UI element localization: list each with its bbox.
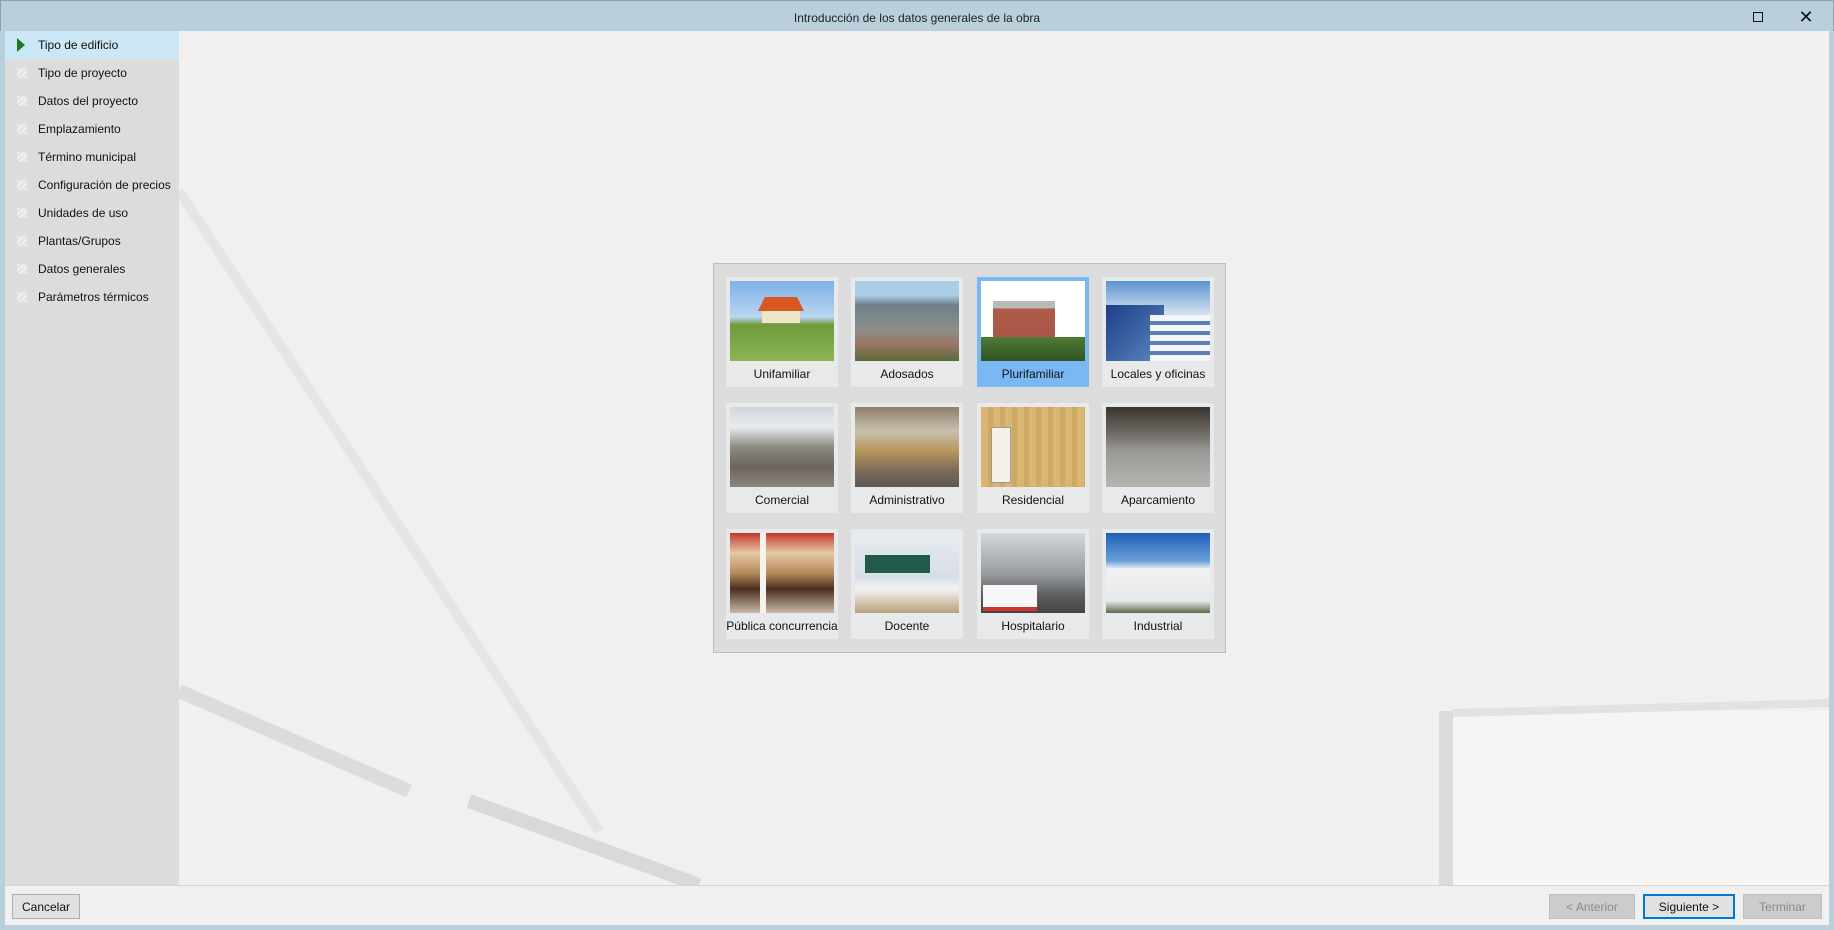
pending-step-icon [17, 124, 27, 134]
tile-label: Adosados [880, 367, 934, 381]
step-label: Datos generales [38, 262, 126, 276]
step-datos-generales[interactable]: Datos generales [5, 255, 179, 283]
tile-label: Hospitalario [1001, 619, 1065, 633]
industrial-image [1106, 533, 1210, 613]
step-label: Tipo de edificio [38, 38, 119, 52]
step-tipo-de-proyecto[interactable]: Tipo de proyecto [5, 59, 179, 87]
pending-step-icon [17, 152, 27, 162]
next-button[interactable]: Siguiente > [1643, 894, 1735, 919]
close-button[interactable]: ✕ [1783, 1, 1829, 32]
step-label: Configuración de precios [38, 178, 171, 192]
tile-industrial[interactable]: Industrial [1102, 529, 1214, 639]
pending-step-icon [17, 96, 27, 106]
wizard-steps: Tipo de edificio Tipo de proyecto Datos … [5, 31, 179, 885]
step-emplazamiento[interactable]: Emplazamiento [5, 115, 179, 143]
tile-aparcamiento[interactable]: Aparcamiento [1102, 403, 1214, 513]
step-datos-del-proyecto[interactable]: Datos del proyecto [5, 87, 179, 115]
pending-step-icon [17, 292, 27, 302]
locales-y-oficinas-image [1106, 281, 1210, 361]
adosados-image [855, 281, 959, 361]
current-step-arrow-icon [17, 38, 25, 52]
previous-button[interactable]: < Anterior [1549, 894, 1635, 919]
pending-step-icon [17, 180, 27, 190]
tile-docente[interactable]: Docente [851, 529, 963, 639]
tile-label: Residencial [1001, 493, 1065, 507]
aparcamiento-image [1106, 407, 1210, 487]
tile-plurifamiliar[interactable]: Plurifamiliar [977, 277, 1089, 387]
building-type-grid: Unifamiliar Adosados Plurifamiliar Local… [713, 263, 1226, 653]
tile-unifamiliar[interactable]: Unifamiliar [726, 277, 838, 387]
tile-label: Locales y oficinas [1110, 367, 1206, 381]
tile-administrativo[interactable]: Administrativo [851, 403, 963, 513]
tile-comercial[interactable]: Comercial [726, 403, 838, 513]
step-label: Tipo de proyecto [38, 66, 127, 80]
maximize-button[interactable] [1735, 1, 1781, 32]
comercial-image [730, 407, 834, 487]
tile-locales-y-oficinas[interactable]: Locales y oficinas [1102, 277, 1214, 387]
residencial-image [981, 407, 1085, 487]
title-bar: Introducción de los datos generales de l… [0, 0, 1834, 31]
tile-label: Docente [884, 619, 930, 633]
step-label: Parámetros térmicos [38, 290, 149, 304]
tile-hospitalario[interactable]: Hospitalario [977, 529, 1089, 639]
step-label: Plantas/Grupos [38, 234, 121, 248]
plurifamiliar-image [981, 281, 1085, 361]
step-label: Emplazamiento [38, 122, 121, 136]
step-label: Término municipal [38, 150, 137, 164]
step-termino-municipal[interactable]: Término municipal [5, 143, 179, 171]
step-label: Unidades de uso [38, 206, 129, 220]
hospitalario-image [981, 533, 1085, 613]
step-unidades-de-uso[interactable]: Unidades de uso [5, 199, 179, 227]
close-icon: ✕ [1798, 6, 1814, 27]
tile-label: Comercial [754, 493, 809, 507]
finish-button[interactable]: Terminar [1743, 894, 1822, 919]
step-tipo-de-edificio[interactable]: Tipo de edificio [5, 31, 179, 59]
tile-label: Industrial [1133, 619, 1183, 633]
unifamiliar-image [730, 281, 834, 361]
step-parametros-termicos[interactable]: Parámetros térmicos [5, 283, 179, 311]
maximize-icon [1753, 11, 1763, 22]
pending-step-icon [17, 68, 27, 78]
tile-label: Plurifamiliar [1001, 367, 1065, 381]
docente-image [855, 533, 959, 613]
tile-label: Pública concurrencia [726, 619, 838, 633]
step-configuracion-de-precios[interactable]: Configuración de precios [5, 171, 179, 199]
step-plantas-grupos[interactable]: Plantas/Grupos [5, 227, 179, 255]
wizard-footer: Cancelar < Anterior Siguiente > Terminar [5, 885, 1829, 925]
administrativo-image [855, 407, 959, 487]
tile-label: Aparcamiento [1120, 493, 1196, 507]
pending-step-icon [17, 264, 27, 274]
content-area: Unifamiliar Adosados Plurifamiliar Local… [179, 31, 1829, 885]
tile-label: Administrativo [869, 493, 945, 507]
pending-step-icon [17, 208, 27, 218]
tile-publica-concurrencia[interactable]: Pública concurrencia [726, 529, 838, 639]
pending-step-icon [17, 236, 27, 246]
tile-residencial[interactable]: Residencial [977, 403, 1089, 513]
tile-label: Unifamiliar [753, 367, 811, 381]
window-frame [0, 925, 1834, 930]
tile-adosados[interactable]: Adosados [851, 277, 963, 387]
step-label: Datos del proyecto [38, 94, 139, 108]
cancel-button[interactable]: Cancelar [12, 894, 80, 919]
window-title: Introducción de los datos generales de l… [793, 11, 1041, 25]
publica-concurrencia-image [730, 533, 834, 613]
